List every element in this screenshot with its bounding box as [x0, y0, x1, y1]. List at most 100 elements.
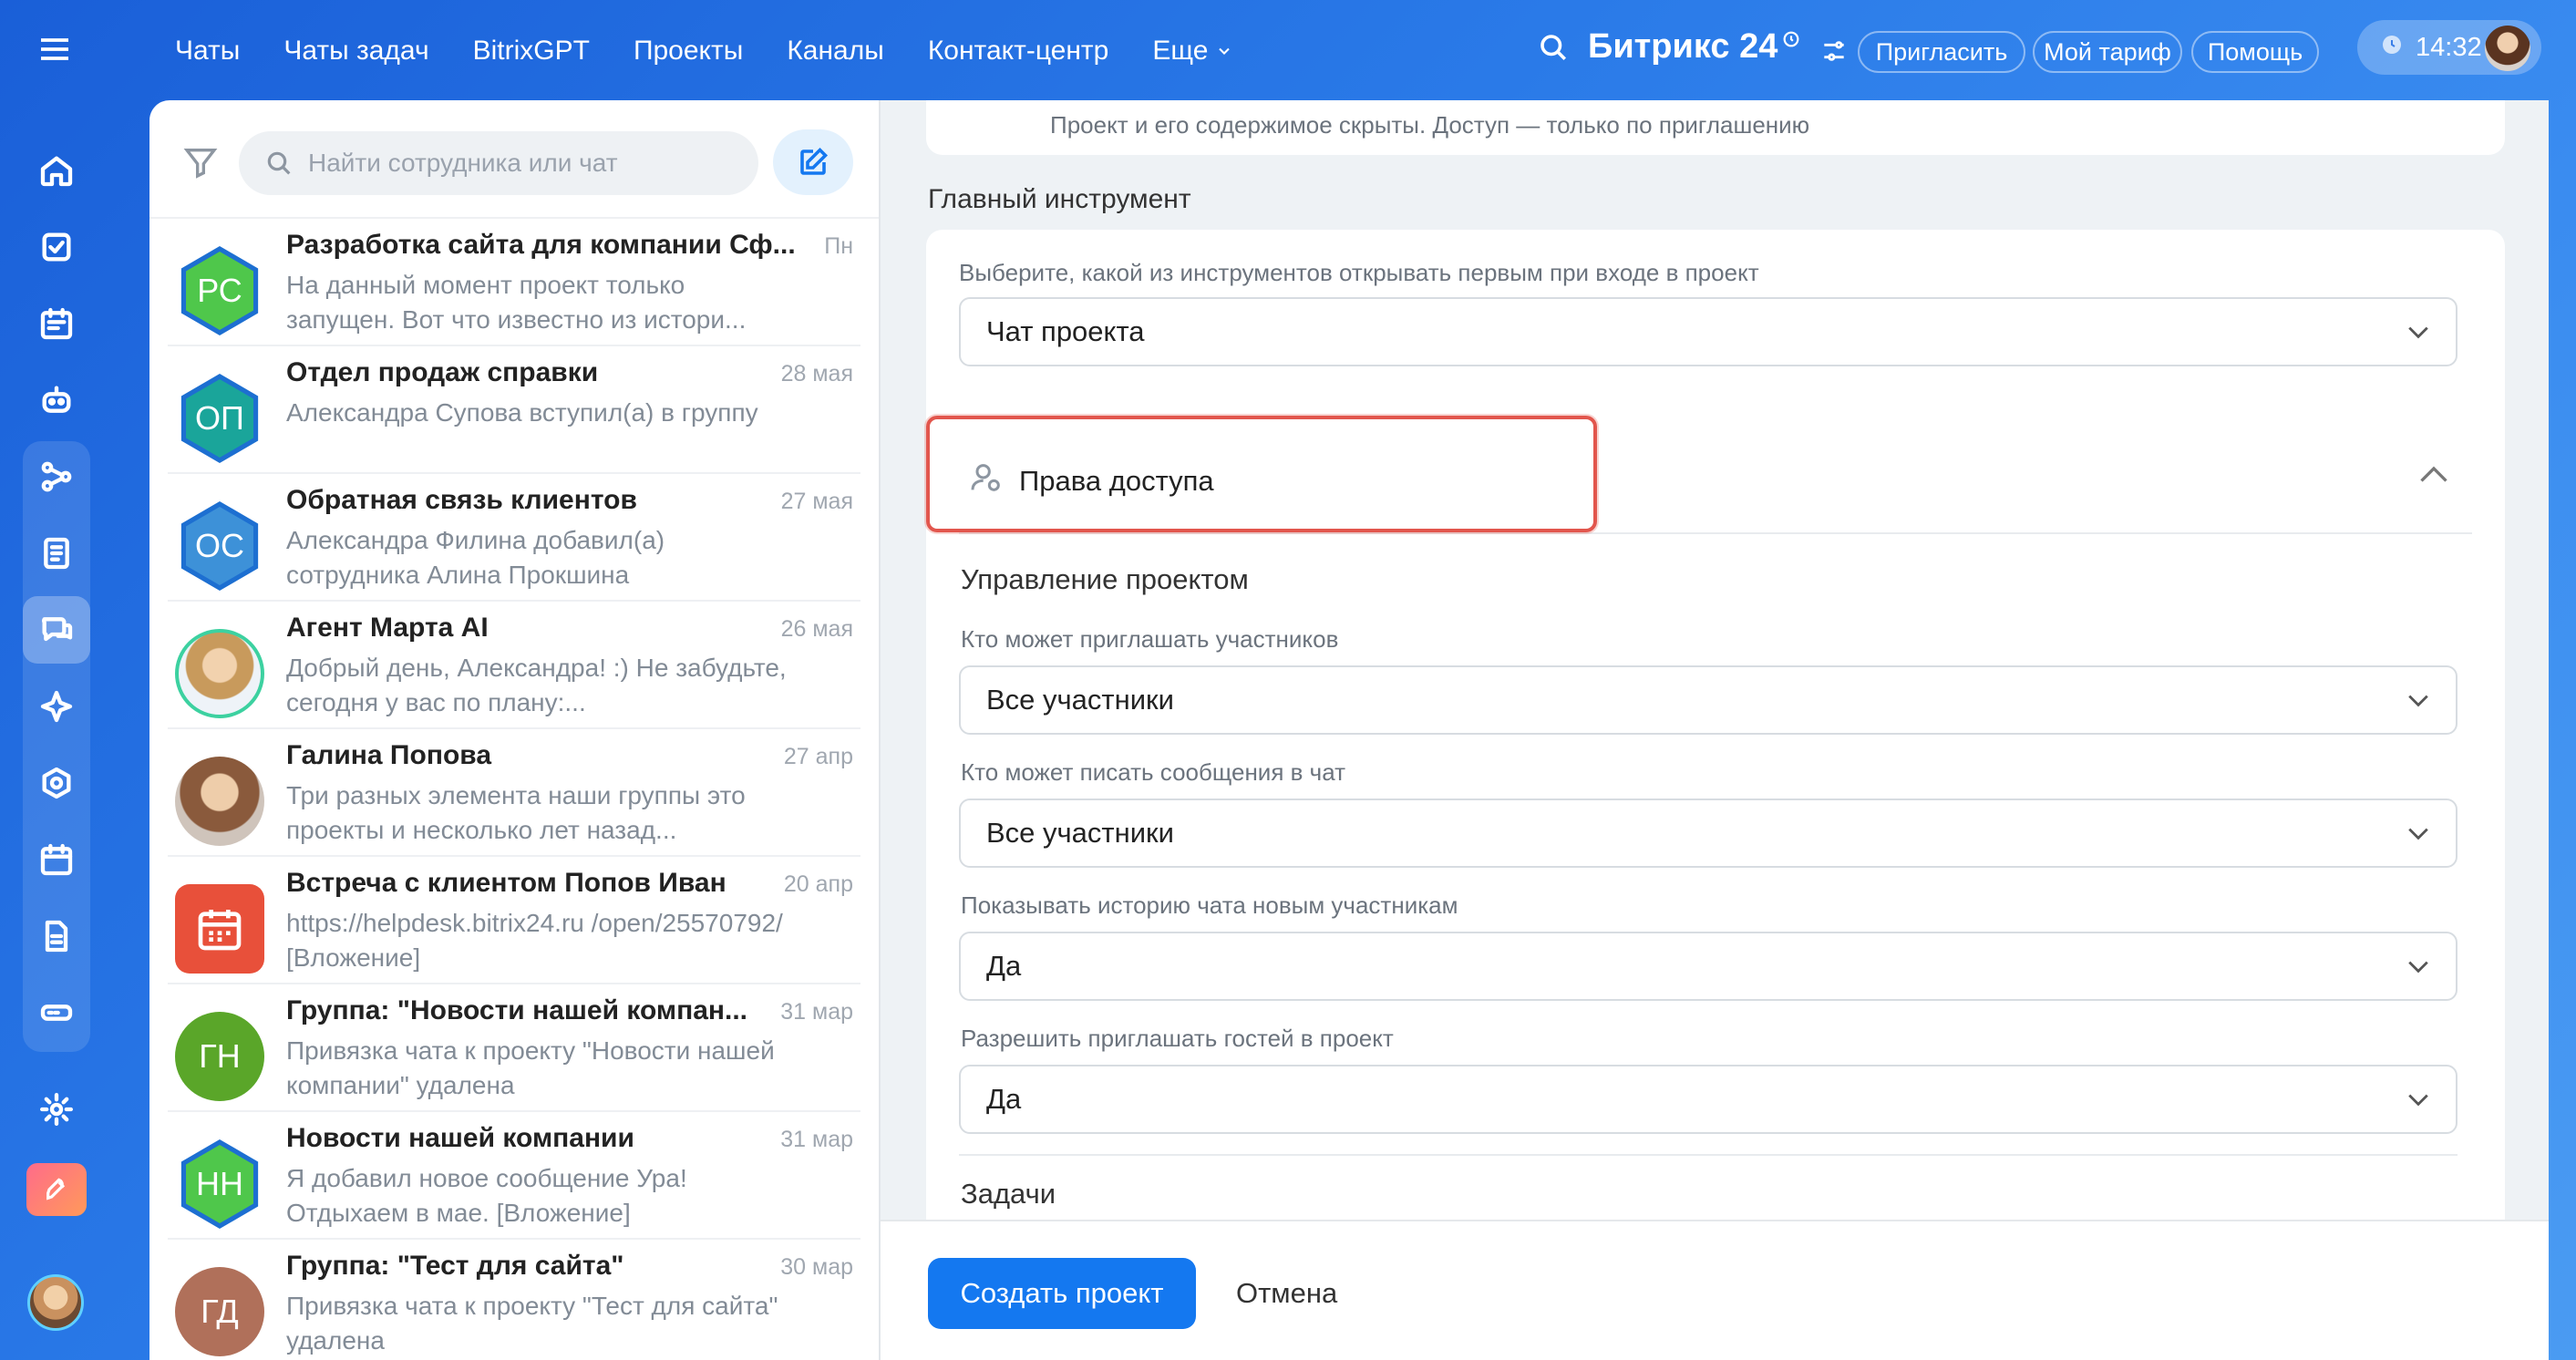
- chevron-up-icon[interactable]: [2417, 463, 2450, 489]
- chat-date: 31 мар: [780, 999, 853, 1025]
- chat-title: Разработка сайта для компании Сф...: [286, 230, 796, 260]
- nav-chats[interactable]: Чаты: [175, 36, 240, 67]
- chat-title: Отдел продаж справки: [286, 357, 599, 387]
- invite-select[interactable]: Все участники: [959, 665, 2458, 735]
- help-button[interactable]: Помощь: [2191, 31, 2319, 73]
- guests-select[interactable]: Да: [959, 1065, 2458, 1134]
- chat-list-item[interactable]: ОС Обратная связь клиентов 27 мая Александр…: [168, 474, 860, 602]
- chevron-down-icon: [2408, 326, 2428, 339]
- filter-settings-icon[interactable]: [1819, 36, 1849, 70]
- chat-avatar-photo: [175, 757, 264, 846]
- chat-title: Галина Попова: [286, 740, 491, 770]
- chat-list-item[interactable]: Агент Марта AI 26 мая Добрый день, Алексан…: [168, 602, 860, 729]
- home-icon[interactable]: [23, 137, 90, 204]
- profile-avatar[interactable]: [2485, 26, 2530, 71]
- chat-list-item[interactable]: ГД Группа: "Тест для сайта" 30 мар Привязка…: [168, 1240, 860, 1360]
- document-icon[interactable]: [23, 520, 90, 587]
- chevron-down-icon: [1219, 47, 1231, 55]
- chats-icon[interactable]: [23, 596, 90, 664]
- chat-title: Встреча с клиентом Попов Иван: [286, 868, 726, 898]
- chat-preview: Три разных элемента наши группы это прое…: [286, 781, 746, 844]
- settings-icon[interactable]: [23, 1076, 90, 1143]
- edit-icon: [800, 147, 829, 175]
- tariff-button[interactable]: Мой тариф: [2033, 31, 2182, 73]
- chat-title: Агент Марта AI: [286, 613, 489, 643]
- privacy-card: Проект и его содержимое скрыты. Доступ —…: [926, 100, 2505, 155]
- chevron-down-icon: [2408, 961, 2428, 974]
- nav-bitrixgpt[interactable]: BitrixGPT: [473, 36, 590, 67]
- write-select[interactable]: Все участники: [959, 798, 2458, 868]
- chat-preview: Добрый день, Александра! :) Не забудьте,…: [286, 654, 787, 716]
- chat-list-item[interactable]: РС Разработка сайта для компании Сф... Пн Н…: [168, 219, 860, 346]
- robot-icon[interactable]: [23, 366, 90, 434]
- chat-preview: На данный момент проект только запущен. …: [286, 271, 747, 334]
- compose-button[interactable]: [773, 129, 853, 195]
- chat-list-item[interactable]: ОП Отдел продаж справки 28 мая Александра С…: [168, 346, 860, 474]
- project-form-panel: Проект и его содержимое скрыты. Доступ —…: [879, 100, 2549, 1360]
- nav-more-label: Еще: [1152, 36, 1209, 66]
- chat-title: Группа: "Тест для сайта": [286, 1251, 624, 1281]
- create-project-button[interactable]: Создать проект: [928, 1258, 1196, 1329]
- chat-date: 30 мар: [780, 1254, 853, 1280]
- rocket-icon[interactable]: [26, 1163, 87, 1216]
- menu-icon[interactable]: [36, 31, 73, 67]
- cancel-button[interactable]: Отмена: [1236, 1258, 1337, 1329]
- divider: [959, 532, 2472, 534]
- invite-label: Кто может приглашать участников: [961, 625, 1339, 653]
- chevron-down-icon: [2408, 695, 2428, 707]
- chat-search-input[interactable]: Найти сотрудника или чат: [239, 131, 758, 195]
- nav-contact-center[interactable]: Контакт-центр: [928, 36, 1109, 67]
- chat-date: 28 мая: [780, 361, 853, 386]
- clock-widget[interactable]: 14:32: [2357, 20, 2541, 75]
- chat-list-item[interactable]: ГН Группа: "Новости нашей компан... 31 мар…: [168, 984, 860, 1112]
- nav-channels[interactable]: Каналы: [787, 36, 883, 67]
- main-tool-value: Чат проекта: [986, 315, 1145, 347]
- invite-button[interactable]: Пригласить: [1858, 31, 2025, 73]
- chat-avatar: ОС: [180, 501, 259, 591]
- tasks-heading: Задачи: [961, 1178, 1056, 1210]
- chat-preview: Привязка чата к проекту "Новости нашей к…: [286, 1036, 775, 1099]
- history-label: Показывать историю чата новым участникам: [961, 891, 1458, 919]
- write-label: Кто может писать сообщения в чат: [961, 758, 1346, 786]
- chat-list-item[interactable]: Галина Попова 27 апр Три разных элемента н…: [168, 729, 860, 857]
- storage-icon[interactable]: [23, 979, 90, 1046]
- brand: Битрикс 24: [1537, 27, 1801, 67]
- guests-label: Разрешить приглашать гостей в проект: [961, 1025, 1394, 1052]
- left-rail: [0, 0, 91, 1360]
- brand-logo[interactable]: Битрикс 24: [1588, 27, 1777, 67]
- chat-avatar-initials: РС: [186, 252, 253, 330]
- tasks-icon[interactable]: [23, 213, 90, 281]
- nav-projects[interactable]: Проекты: [634, 36, 743, 67]
- flow-icon[interactable]: [23, 443, 90, 510]
- search-icon: [267, 151, 291, 175]
- access-highlight-frame: [926, 416, 1597, 532]
- chat-avatar: РС: [180, 246, 259, 335]
- hexagon-icon[interactable]: [23, 749, 90, 817]
- chat-list-item[interactable]: Встреча с клиентом Попов Иван 20 апр https…: [168, 857, 860, 984]
- calendar-icon[interactable]: [23, 826, 90, 893]
- top-bar: Чаты Чаты задач BitrixGPT Проекты Каналы…: [0, 0, 2576, 100]
- nav-more[interactable]: Еще: [1152, 36, 1233, 67]
- chat-title: Новости нашей компании: [286, 1123, 634, 1153]
- calendar-icon: [175, 884, 264, 974]
- main-nav: Чаты Чаты задач BitrixGPT Проекты Каналы…: [175, 31, 1233, 71]
- calendar-list-icon[interactable]: [23, 290, 90, 357]
- main-tool-select[interactable]: Чат проекта: [959, 297, 2458, 366]
- filter-icon[interactable]: [182, 144, 219, 180]
- write-value: Все участники: [986, 817, 1174, 849]
- clock-icon: [2381, 33, 2403, 63]
- user-avatar[interactable]: [27, 1274, 84, 1331]
- file-icon[interactable]: [23, 902, 90, 970]
- chat-list-item[interactable]: НН Новости нашей компании 31 мар Я добавил …: [168, 1112, 860, 1240]
- history-select[interactable]: Да: [959, 932, 2458, 1001]
- form-footer: Создать проект Отмена: [881, 1220, 2549, 1360]
- nav-task-chats[interactable]: Чаты задач: [283, 36, 428, 67]
- chat-avatar: ОП: [180, 374, 259, 463]
- chat-list-panel: Найти сотрудника или чат РС Разработка са…: [149, 100, 879, 1360]
- search-icon[interactable]: [1537, 31, 1570, 64]
- sparkle-icon[interactable]: [23, 673, 90, 740]
- chat-date: 27 мая: [780, 489, 853, 514]
- chat-title: Обратная связь клиентов: [286, 485, 637, 515]
- chat-avatar: НН: [180, 1139, 259, 1229]
- divider: [959, 1154, 2458, 1156]
